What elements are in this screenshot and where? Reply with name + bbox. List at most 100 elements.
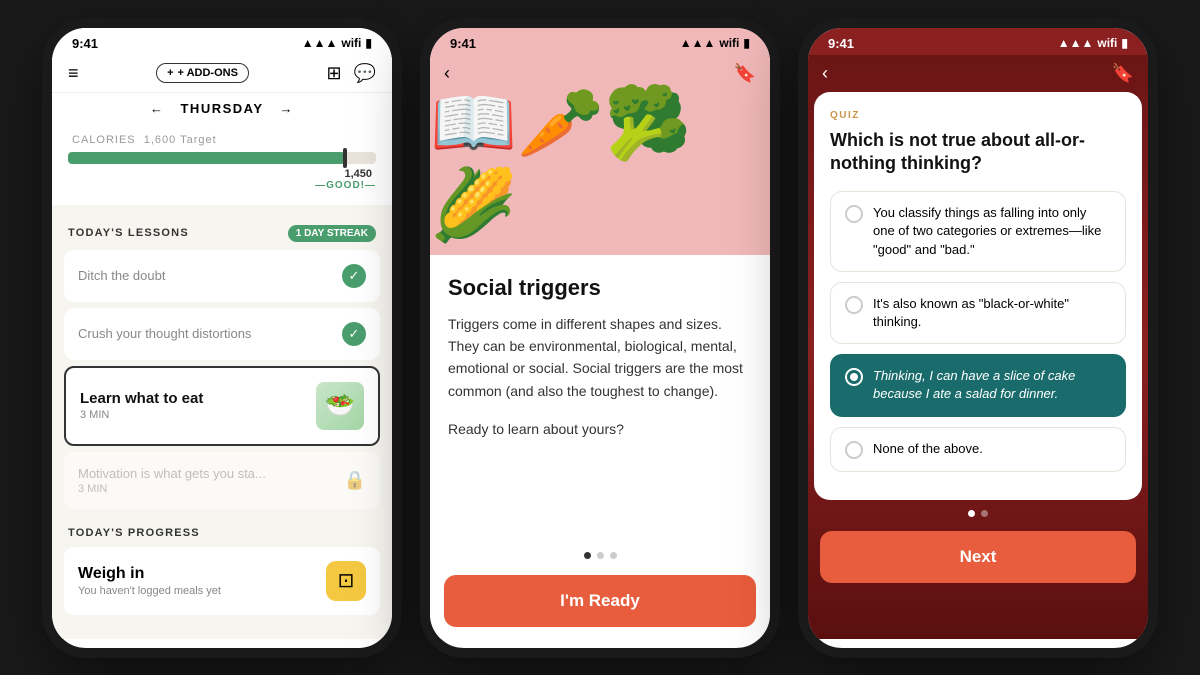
lesson-sub-4: 3 MIN <box>78 483 266 495</box>
lesson-title-2: Crush your thought distortions <box>78 326 251 341</box>
calorie-status: —GOOD!— <box>68 180 376 191</box>
quiz-option-1[interactable]: You classify things as falling into only… <box>830 191 1126 272</box>
quiz-bookmark-button[interactable]: 🔖 <box>1112 63 1134 84</box>
calories-section: CALORIES 1,600 Target 1,450 —GOOD!— <box>52 124 392 205</box>
lesson-sub-3: 3 MIN <box>80 409 203 421</box>
lessons-header: TODAY'S LESSONS 1 DAY STREAK <box>52 213 392 250</box>
wifi-icon: wifi <box>341 36 361 50</box>
phone-3: 9:41 ▲▲▲ wifi ▮ ‹ 🔖 QUIZ Which is not tr… <box>798 18 1158 658</box>
lesson-4-info: Motivation is what gets you sta... 3 MIN <box>78 466 266 495</box>
current-day: THURSDAY <box>180 101 263 116</box>
status-time-2: 9:41 <box>450 36 476 51</box>
lesson-title-1: Ditch the doubt <box>78 268 165 283</box>
status-bar-2: 9:41 ▲▲▲ wifi ▮ <box>430 28 770 55</box>
quiz-question: Which is not true about all-or-nothing t… <box>830 129 1126 176</box>
quiz-option-text-1: You classify things as falling into only… <box>873 204 1111 259</box>
quiz-dot-2 <box>981 510 988 517</box>
article-body: Social triggers Triggers come in differe… <box>430 255 770 544</box>
quiz-card: QUIZ Which is not true about all-or-noth… <box>814 92 1142 500</box>
next-button[interactable]: Next <box>820 531 1136 583</box>
status-bar-3: 9:41 ▲▲▲ wifi ▮ <box>808 28 1148 55</box>
phone-2: 9:41 ▲▲▲ wifi ▮ ‹ 🔖 📖🥕🥦🌽 Social triggers <box>420 18 780 658</box>
progress-header: TODAY'S PROGRESS <box>52 515 392 547</box>
quiz-nav: ‹ 🔖 <box>808 55 1148 92</box>
weigh-info: Weigh in You haven't logged meals yet <box>78 565 221 597</box>
plus-icon: + <box>167 67 173 79</box>
lesson-3-info: Learn what to eat 3 MIN <box>80 390 203 421</box>
status-icons-1: ▲▲▲ wifi ▮ <box>302 36 372 50</box>
lesson-title-4: Motivation is what gets you sta... <box>78 466 266 481</box>
battery-icon-2: ▮ <box>743 36 750 50</box>
lesson-item-1[interactable]: Ditch the doubt ✓ <box>64 250 380 302</box>
article-paragraph-1: Triggers come in different shapes and si… <box>448 313 752 403</box>
phone1-header: ≡ + + ADD-ONS ⊞ 💬 <box>52 55 392 93</box>
signal-icon: ▲▲▲ <box>302 36 338 50</box>
signal-icon-2: ▲▲▲ <box>680 36 716 50</box>
back-button[interactable]: ‹ <box>444 63 450 84</box>
weigh-icon: ⊡ <box>326 561 366 601</box>
progress-title: TODAY'S PROGRESS <box>68 527 200 539</box>
status-time-3: 9:41 <box>828 36 854 51</box>
phone2-content: ‹ 🔖 📖🥕🥦🌽 Social triggers Triggers come i… <box>430 55 770 639</box>
lesson-item-3[interactable]: Learn what to eat 3 MIN 🥗 <box>64 366 380 446</box>
battery-icon: ▮ <box>365 36 372 50</box>
quiz-option-text-3: Thinking, I can have a slice of cake bec… <box>873 367 1111 403</box>
calorie-bar-fill <box>68 152 345 164</box>
phones-container: 9:41 ▲▲▲ wifi ▮ ≡ + + ADD-ONS ⊞ 💬 <box>0 0 1200 675</box>
battery-icon-3: ▮ <box>1121 36 1128 50</box>
add-ons-button[interactable]: + + ADD-ONS <box>156 63 249 83</box>
menu-icon[interactable]: ≡ <box>68 63 79 84</box>
article-title: Social triggers <box>448 275 752 301</box>
chat-icon[interactable]: 💬 <box>354 63 376 84</box>
status-icons-3: ▲▲▲ wifi ▮ <box>1058 36 1128 50</box>
article-paragraph-2: Ready to learn about yours? <box>448 418 752 440</box>
article-image: ‹ 🔖 📖🥕🥦🌽 <box>430 55 770 255</box>
calories-label: CALORIES 1,600 Target <box>68 134 376 146</box>
status-time-1: 9:41 <box>72 36 98 51</box>
prev-day-button[interactable]: ← <box>150 101 165 116</box>
article-text: Triggers come in different shapes and si… <box>448 313 752 441</box>
status-icons-2: ▲▲▲ wifi ▮ <box>680 36 750 50</box>
next-day-button[interactable]: → <box>280 101 295 116</box>
dot-1 <box>584 552 591 559</box>
wifi-icon-3: wifi <box>1097 36 1117 50</box>
weigh-subtitle: You haven't logged meals yet <box>78 585 221 597</box>
recipe-icon[interactable]: ⊞ <box>326 63 341 84</box>
calorie-number: 1,450 <box>68 168 376 180</box>
im-ready-button[interactable]: I'm Ready <box>444 575 756 627</box>
check-icon-2: ✓ <box>342 322 366 346</box>
lesson-item-2[interactable]: Crush your thought distortions ✓ <box>64 308 380 360</box>
status-bar-1: 9:41 ▲▲▲ wifi ▮ <box>52 28 392 55</box>
calorie-marker <box>343 148 347 168</box>
quiz-option-text-2: It's also known as "black-or-white" thin… <box>873 295 1111 331</box>
day-nav: ← THURSDAY → <box>52 93 392 124</box>
lock-icon-4: 🔒 <box>344 470 366 491</box>
radio-4 <box>845 441 863 459</box>
phone-1: 9:41 ▲▲▲ wifi ▮ ≡ + + ADD-ONS ⊞ 💬 <box>42 18 402 658</box>
weigh-title: Weigh in <box>78 565 221 583</box>
signal-icon-3: ▲▲▲ <box>1058 36 1094 50</box>
quiz-label: QUIZ <box>830 110 1126 121</box>
quiz-option-4[interactable]: None of the above. <box>830 427 1126 472</box>
lessons-title: TODAY'S LESSONS <box>68 227 189 239</box>
bookmark-button[interactable]: 🔖 <box>734 63 756 84</box>
lesson-item-4: Motivation is what gets you sta... 3 MIN… <box>64 452 380 509</box>
radio-1 <box>845 205 863 223</box>
quiz-dot-1 <box>968 510 975 517</box>
radio-2 <box>845 296 863 314</box>
lesson-thumb-3: 🥗 <box>316 382 364 430</box>
quiz-option-3[interactable]: Thinking, I can have a slice of cake bec… <box>830 354 1126 416</box>
phone1-content: ≡ + + ADD-ONS ⊞ 💬 ← THURSDAY → CALOR <box>52 55 392 639</box>
check-icon-1: ✓ <box>342 264 366 288</box>
radio-inner-3 <box>850 373 858 381</box>
add-ons-label: + ADD-ONS <box>178 67 238 79</box>
article-dots <box>430 544 770 567</box>
article-illustration: 📖🥕🥦🌽 <box>430 83 770 247</box>
progress-card[interactable]: Weigh in You haven't logged meals yet ⊡ <box>64 547 380 615</box>
dot-3 <box>610 552 617 559</box>
dot-2 <box>597 552 604 559</box>
quiz-back-button[interactable]: ‹ <box>822 63 828 84</box>
quiz-dots <box>808 500 1148 527</box>
header-icons: ⊞ 💬 <box>326 63 376 84</box>
quiz-option-2[interactable]: It's also known as "black-or-white" thin… <box>830 282 1126 344</box>
